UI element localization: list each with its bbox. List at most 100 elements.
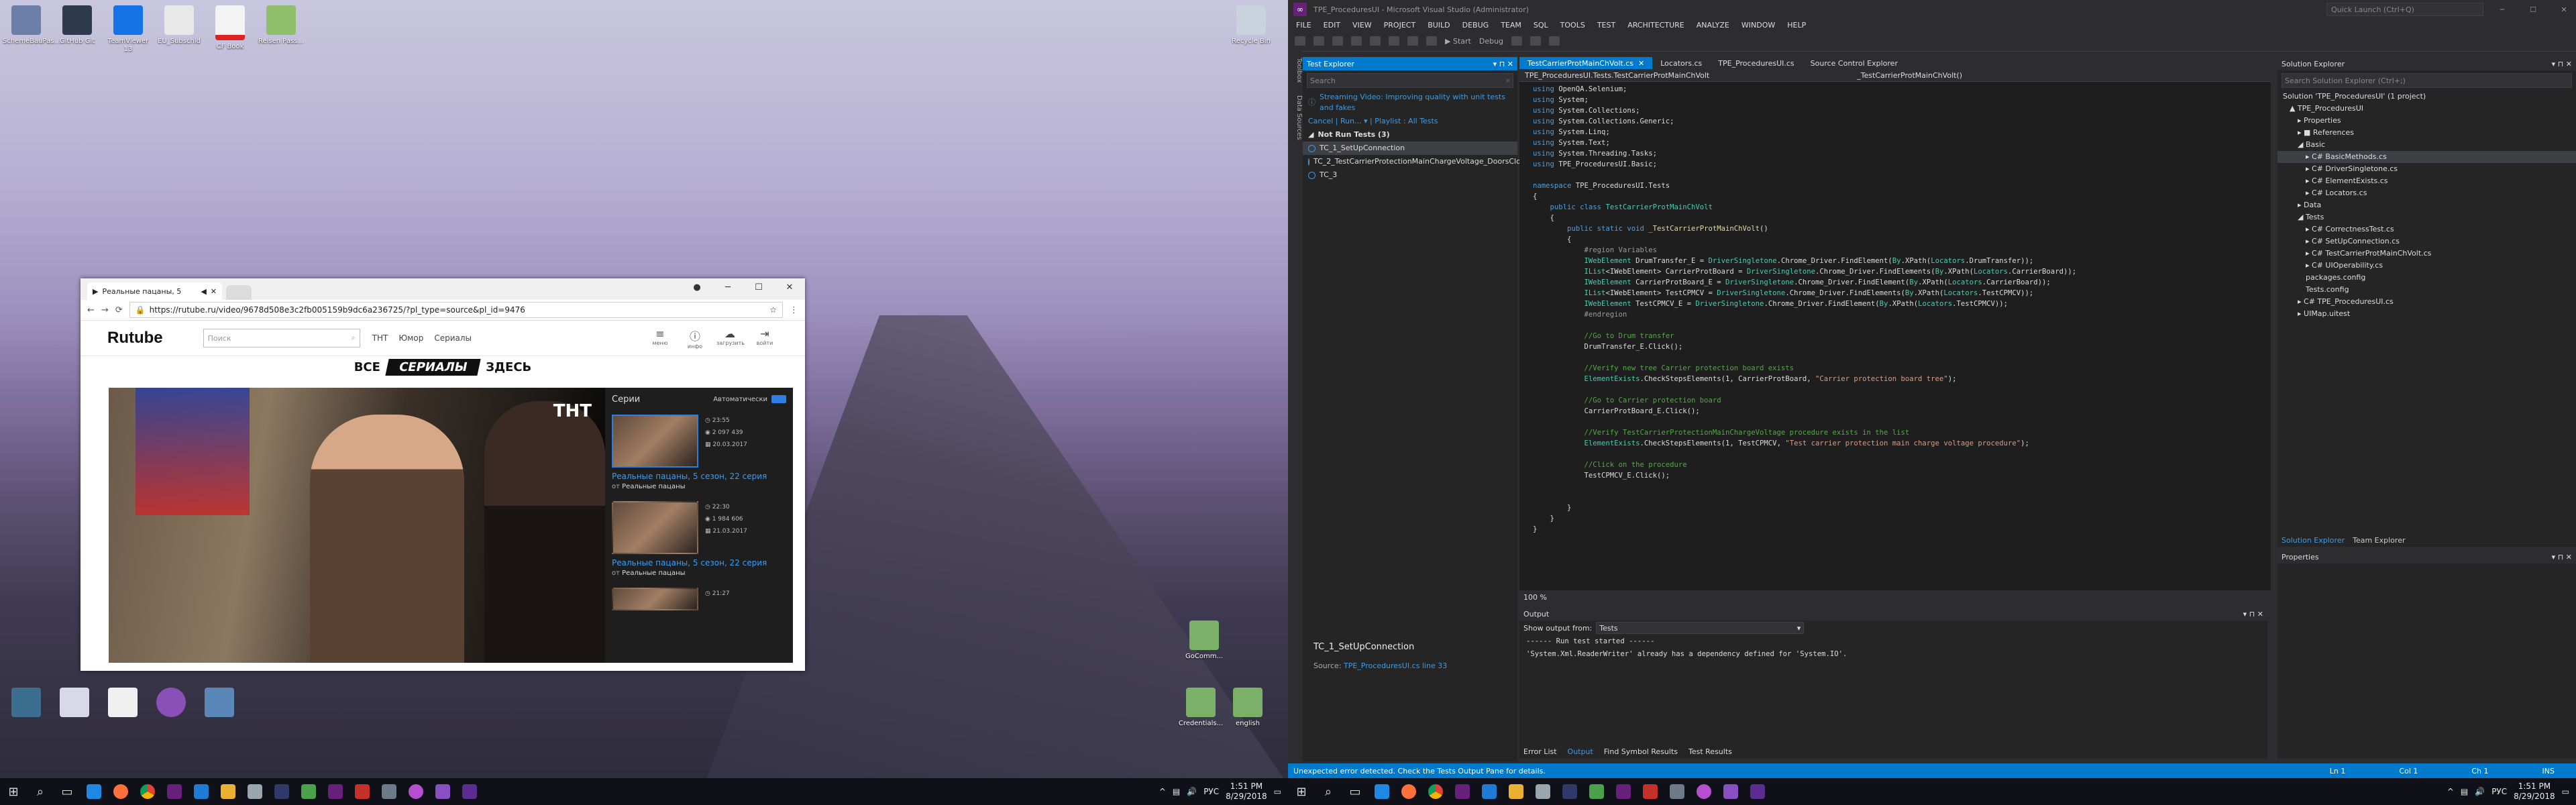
taskbar-app[interactable] [1503,778,1529,805]
bookmark-star-icon[interactable]: ☆ [769,305,777,315]
close-button[interactable]: ✕ [2552,5,2576,14]
open-icon[interactable] [1351,36,1362,46]
minimize-button[interactable]: ─ [2490,5,2514,14]
solution-tree-item[interactable]: Solution 'TPE_ProceduresUI' (1 project) [2277,91,2576,103]
language-indicator[interactable]: РУС [1203,787,1219,796]
test-search-input[interactable]: Search ⌕ [1307,73,1513,88]
taskbar-app[interactable] [188,778,215,805]
menu-window[interactable]: WINDOW [1741,21,1775,30]
taskbar-app[interactable] [215,778,241,805]
solution-tree-item[interactable]: ▸ C# Locators.cs [2277,187,2576,199]
panel-controls[interactable]: ▾ ⊓ ✕ [2552,553,2572,561]
tab-tpe-proceduresui[interactable]: TPE_ProceduresUI.cs [1710,57,1802,69]
nav-tnt[interactable]: ТНТ [372,333,388,343]
menu-icon[interactable]: ⋮ [790,305,798,315]
panel-controls[interactable]: ▾ ⊓ ✕ [2243,610,2263,619]
code-line[interactable]: IWebElement TestCPMCV_E = DriverSingleto… [1533,299,2271,309]
code-line[interactable] [1533,449,2271,460]
code-line[interactable]: //Go to Drum transfer [1533,331,2271,341]
code-line[interactable]: } [1533,502,2271,513]
code-line[interactable]: using OpenQA.Selenium; [1533,84,2271,95]
solution-tree-item[interactable]: ▸ C# TestCarrierProtMainChVolt.cs [2277,248,2576,260]
toolbox-tab[interactable]: Toolbox [1288,58,1303,83]
solution-tree-item[interactable]: ▸ Data [2277,199,2576,211]
url-input[interactable]: 🔒 https://rutube.ru/video/9678d508e3c2fb… [129,302,783,318]
episode-title[interactable]: Реальные пацаны, 5 сезон, 22 серия [605,472,793,482]
start-button[interactable]: ⊞ [1288,778,1315,805]
code-line[interactable]: //Click on the procedure [1533,460,2271,470]
desktop-icon[interactable] [3,688,50,720]
code-line[interactable]: public class TestCarrierProtMainChVolt [1533,202,2271,213]
forward-icon[interactable] [1313,36,1324,46]
menu-analyze[interactable]: ANALYZE [1697,21,1729,30]
notifications-icon[interactable]: ▭ [2562,787,2569,796]
desktop-icon[interactable]: Reisen Pass... [258,5,305,54]
desktop-icon[interactable]: Credentials... [1177,688,1224,728]
test-item[interactable]: TC_1_SetUpConnection [1303,142,1517,155]
panel-controls[interactable]: ▾ ⊓ ✕ [1493,60,1513,68]
taskbar-app[interactable] [107,778,134,805]
taskbar-app[interactable] [241,778,268,805]
solution-tree-item[interactable]: ▸ C# CorrectnessTest.cs [2277,223,2576,235]
code-line[interactable]: ElementExists.CheckStepsElements(1, Carr… [1533,374,2271,384]
tab-find-symbol[interactable]: Find Symbol Results [1604,747,1678,756]
member-dropdown[interactable]: _TestCarrierProtMainChVolt() [1857,71,1962,80]
search-icon[interactable]: ⌕ [27,778,54,805]
taskbar-app[interactable] [1529,778,1556,805]
taskbar-app[interactable] [349,778,376,805]
taskbar-app[interactable] [1449,778,1476,805]
notifications-icon[interactable]: ▭ [1274,787,1281,796]
taskbar-app[interactable] [268,778,295,805]
new-tab-button[interactable] [226,285,252,300]
menu-debug[interactable]: DEBUG [1462,21,1489,30]
task-view-icon[interactable]: ▭ [54,778,80,805]
menu-file[interactable]: FILE [1296,21,1311,30]
test-group-header[interactable]: ◢ Not Run Tests (3) [1303,128,1517,142]
menu-project[interactable]: PROJECT [1384,21,1416,30]
nav-humor[interactable]: Юмор [398,333,423,343]
undo-icon[interactable] [1407,36,1418,46]
code-line[interactable]: using System.Collections; [1533,105,2271,116]
search-input[interactable]: Поиск ⌕ [203,329,360,347]
taskbar-app[interactable] [1583,778,1610,805]
code-line[interactable] [1533,320,2271,331]
taskbar-app[interactable] [1744,778,1771,805]
code-line[interactable]: } [1533,513,2271,524]
tray-chevron-icon[interactable]: ^ [1159,787,1166,796]
search-icon[interactable]: ⌕ [1315,778,1342,805]
search-icon[interactable]: ⌕ [351,333,355,343]
maximize-button[interactable]: ☐ [743,278,774,296]
language-indicator[interactable]: РУС [2491,787,2507,796]
solution-tree-item[interactable]: ▸ ■ References [2277,127,2576,139]
configuration-select[interactable]: Debug [1479,37,1503,46]
code-line[interactable]: using System; [1533,95,2271,105]
solution-tree-item[interactable]: ▲ TPE_ProceduresUI [2277,103,2576,115]
code-line[interactable]: public static void _TestCarrierProtMainC… [1533,223,2271,234]
code-line[interactable]: DrumTransfer_E.Click(); [1533,341,2271,352]
output-source-select[interactable]: Tests ▾ [1596,622,1805,634]
autoplay-toggle[interactable] [771,395,786,403]
menu-edit[interactable]: EDIT [1324,21,1340,30]
code-line[interactable]: } [1533,524,2271,535]
taskbar-app[interactable] [1368,778,1395,805]
desktop-icon[interactable]: GitHub Git [54,5,101,54]
menu-view[interactable]: VIEW [1352,21,1372,30]
clock[interactable]: 1:51 PM 8/29/2018 [2514,782,2555,802]
login-button[interactable]: ⇥ войти [751,327,778,350]
back-icon[interactable]: ← [87,305,95,315]
solution-tree-item[interactable]: ◢ Tests [2277,211,2576,223]
start-button[interactable]: ⊞ [0,778,27,805]
data-sources-tab[interactable]: Data Sources [1288,95,1303,140]
episode-thumbnail[interactable] [612,501,698,554]
code-line[interactable]: CarrierProtBoard_E.Click(); [1533,406,2271,417]
task-view-icon[interactable]: ▭ [1342,778,1368,805]
solution-tree-item[interactable]: Tests.config [2277,284,2576,296]
code-line[interactable]: using TPE_ProceduresUI.Basic; [1533,159,2271,170]
network-icon[interactable]: ▤ [1173,787,1180,796]
solution-search-input[interactable]: Search Solution Explorer (Ctrl+;) [2282,73,2572,88]
taskbar-app[interactable] [1476,778,1503,805]
info-button[interactable]: ⓘ инфо [682,327,708,350]
desktop-icon[interactable]: GoComm... [1181,621,1228,661]
toolbar-icon[interactable] [1511,36,1523,46]
episode-thumbnail[interactable] [612,588,698,610]
